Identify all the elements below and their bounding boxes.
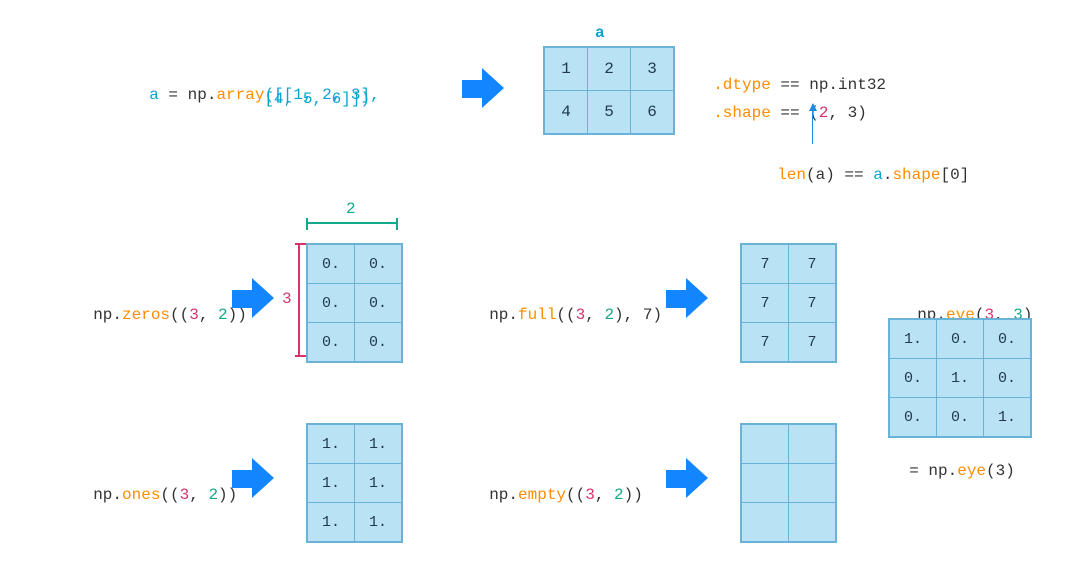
grid-cell: 7	[789, 323, 836, 362]
grid-cell: 3	[631, 48, 674, 91]
grid-eye: 1.0.0.0.1.0.0.0.1.	[888, 318, 1032, 438]
grid-cell: 1.	[890, 320, 937, 359]
arrow-icon	[232, 458, 274, 498]
grid-cell	[742, 464, 789, 503]
grid-cell: 1.	[308, 503, 355, 542]
grid-cell: 1.	[308, 425, 355, 464]
grid-cell: 0.	[984, 320, 1031, 359]
grid-cell	[789, 464, 836, 503]
code-full: np.full((3, 2), 7)	[470, 288, 662, 324]
label-a: a	[595, 24, 605, 42]
grid-cell: 1.	[355, 503, 402, 542]
code-zeros: np.zeros((3, 2))	[74, 288, 247, 324]
grid-cell: 1.	[355, 425, 402, 464]
arrow-icon	[666, 458, 708, 498]
grid-cell: 0.	[355, 284, 402, 323]
grid-cell	[789, 425, 836, 464]
arrow-icon	[232, 278, 274, 318]
dim-cols-label: 2	[346, 200, 356, 218]
annot-shape: .shape == (2, 3)	[694, 86, 867, 122]
grid-cell	[789, 503, 836, 542]
grid-cell: 0.	[355, 245, 402, 284]
dim-cols-bracket	[306, 222, 398, 224]
grid-zeros: 0.0.0.0.0.0.	[306, 243, 403, 363]
grid-cell: 0.	[890, 398, 937, 437]
grid-a: 123456	[543, 46, 675, 135]
grid-full: 777777	[740, 243, 837, 363]
grid-ones: 1.1.1.1.1.1.	[306, 423, 403, 543]
grid-cell: 0.	[890, 359, 937, 398]
grid-cell: 0.	[308, 245, 355, 284]
grid-cell: 1.	[355, 464, 402, 503]
arrow-icon	[666, 278, 708, 318]
grid-cell: 0.	[937, 398, 984, 437]
grid-cell: 1.	[937, 359, 984, 398]
grid-cell: 6	[631, 91, 674, 134]
annotation-arrow-icon	[812, 104, 813, 144]
code-empty: np.empty((3, 2))	[470, 468, 643, 504]
grid-cell	[742, 503, 789, 542]
grid-cell: 0.	[308, 284, 355, 323]
grid-cell: 7	[742, 284, 789, 323]
arrow-icon	[462, 68, 504, 108]
grid-cell: 0.	[937, 320, 984, 359]
code-eye-alt: = np.eye(3)	[890, 444, 1015, 480]
grid-cell: 5	[588, 91, 631, 134]
grid-cell	[742, 425, 789, 464]
grid-cell: 0.	[984, 359, 1031, 398]
grid-cell: 7	[742, 323, 789, 362]
grid-cell: 1.	[308, 464, 355, 503]
grid-cell: 1	[545, 48, 588, 91]
grid-cell: 0.	[308, 323, 355, 362]
grid-cell: 7	[789, 245, 836, 284]
dim-rows-label: 3	[282, 290, 292, 308]
grid-cell: 4	[545, 91, 588, 134]
grid-cell: 7	[789, 284, 836, 323]
annot-len: len(a) == a.shape[0]	[758, 148, 969, 184]
grid-cell: 0.	[355, 323, 402, 362]
code-array-line2: [4, 5, 6]])	[130, 90, 370, 108]
code-ones: np.ones((3, 2))	[74, 468, 237, 504]
dim-rows-bracket	[298, 243, 300, 357]
grid-empty	[740, 423, 837, 543]
grid-cell: 2	[588, 48, 631, 91]
grid-cell: 1.	[984, 398, 1031, 437]
grid-cell: 7	[742, 245, 789, 284]
